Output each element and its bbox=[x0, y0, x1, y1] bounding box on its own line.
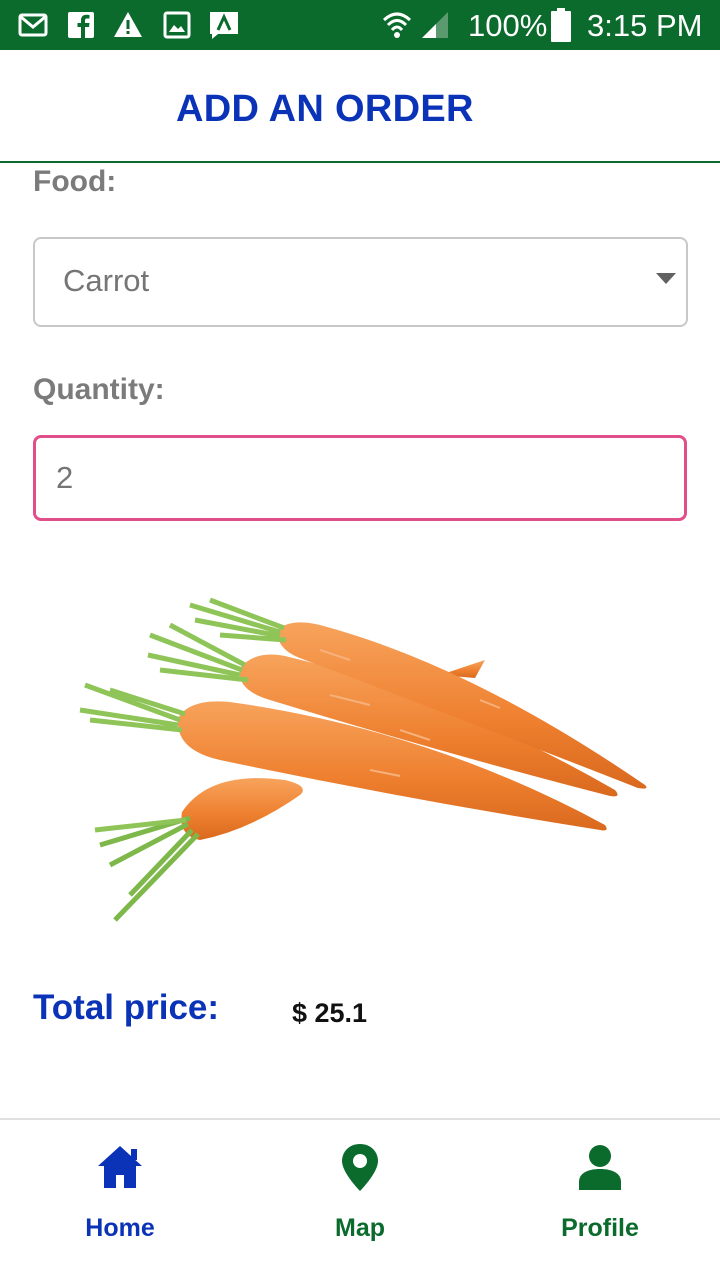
nav-label-profile: Profile bbox=[561, 1214, 639, 1242]
person-icon bbox=[579, 1145, 621, 1190]
status-time: 3:15 PM bbox=[587, 8, 703, 43]
battery-icon bbox=[551, 8, 571, 42]
battery-percentage: 100% bbox=[468, 8, 548, 43]
nav-item-map[interactable]: Map bbox=[240, 1120, 480, 1280]
app-notification-icon bbox=[210, 12, 238, 39]
image-icon bbox=[163, 11, 191, 39]
nav-item-home[interactable]: Home bbox=[0, 1120, 240, 1280]
app-header: ADD AN ORDER bbox=[0, 50, 720, 163]
facebook-icon bbox=[68, 12, 94, 39]
page-title: ADD AN ORDER bbox=[176, 88, 474, 130]
warning-icon bbox=[114, 12, 142, 37]
total-price-label: Total price: bbox=[33, 988, 220, 1027]
status-bar: 100% 3:15 PM bbox=[0, 0, 720, 50]
gmail-icon bbox=[18, 13, 48, 37]
bottom-navigation: Home Map Profile bbox=[0, 1118, 720, 1280]
home-icon bbox=[98, 1146, 142, 1188]
nav-item-profile[interactable]: Profile bbox=[480, 1120, 720, 1280]
total-price-value: $ 25.1 bbox=[292, 998, 368, 1028]
food-label: Food: bbox=[33, 165, 117, 198]
nav-label-map: Map bbox=[335, 1214, 385, 1242]
food-select[interactable]: Carrot bbox=[33, 237, 688, 327]
dropdown-caret-icon bbox=[656, 273, 676, 284]
map-pin-icon bbox=[342, 1144, 378, 1191]
signal-icon bbox=[422, 12, 448, 38]
wifi-icon bbox=[382, 12, 412, 38]
carrot-image bbox=[79, 597, 647, 922]
quantity-label: Quantity: bbox=[33, 373, 165, 406]
quantity-input[interactable] bbox=[33, 435, 687, 521]
nav-label-home: Home bbox=[85, 1214, 155, 1242]
food-select-value: Carrot bbox=[63, 263, 150, 298]
